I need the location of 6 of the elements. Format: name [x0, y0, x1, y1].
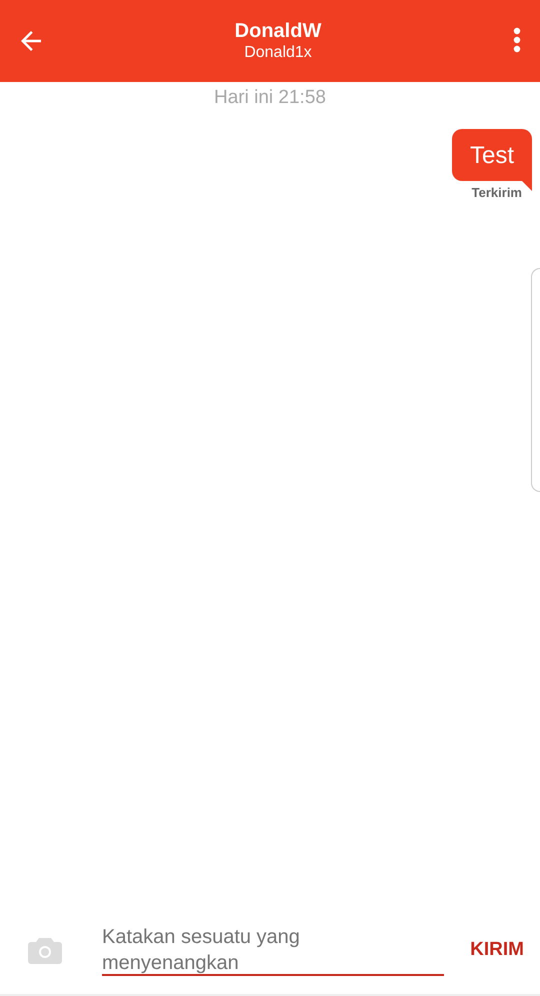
contact-name: DonaldW	[234, 19, 322, 43]
more-icon	[513, 27, 521, 53]
contact-username: Donald1x	[244, 43, 312, 63]
send-button[interactable]: KIRIM	[470, 935, 524, 965]
edge-panel-handle[interactable]	[531, 268, 540, 492]
date-label: Hari ini 21:58	[214, 87, 326, 109]
